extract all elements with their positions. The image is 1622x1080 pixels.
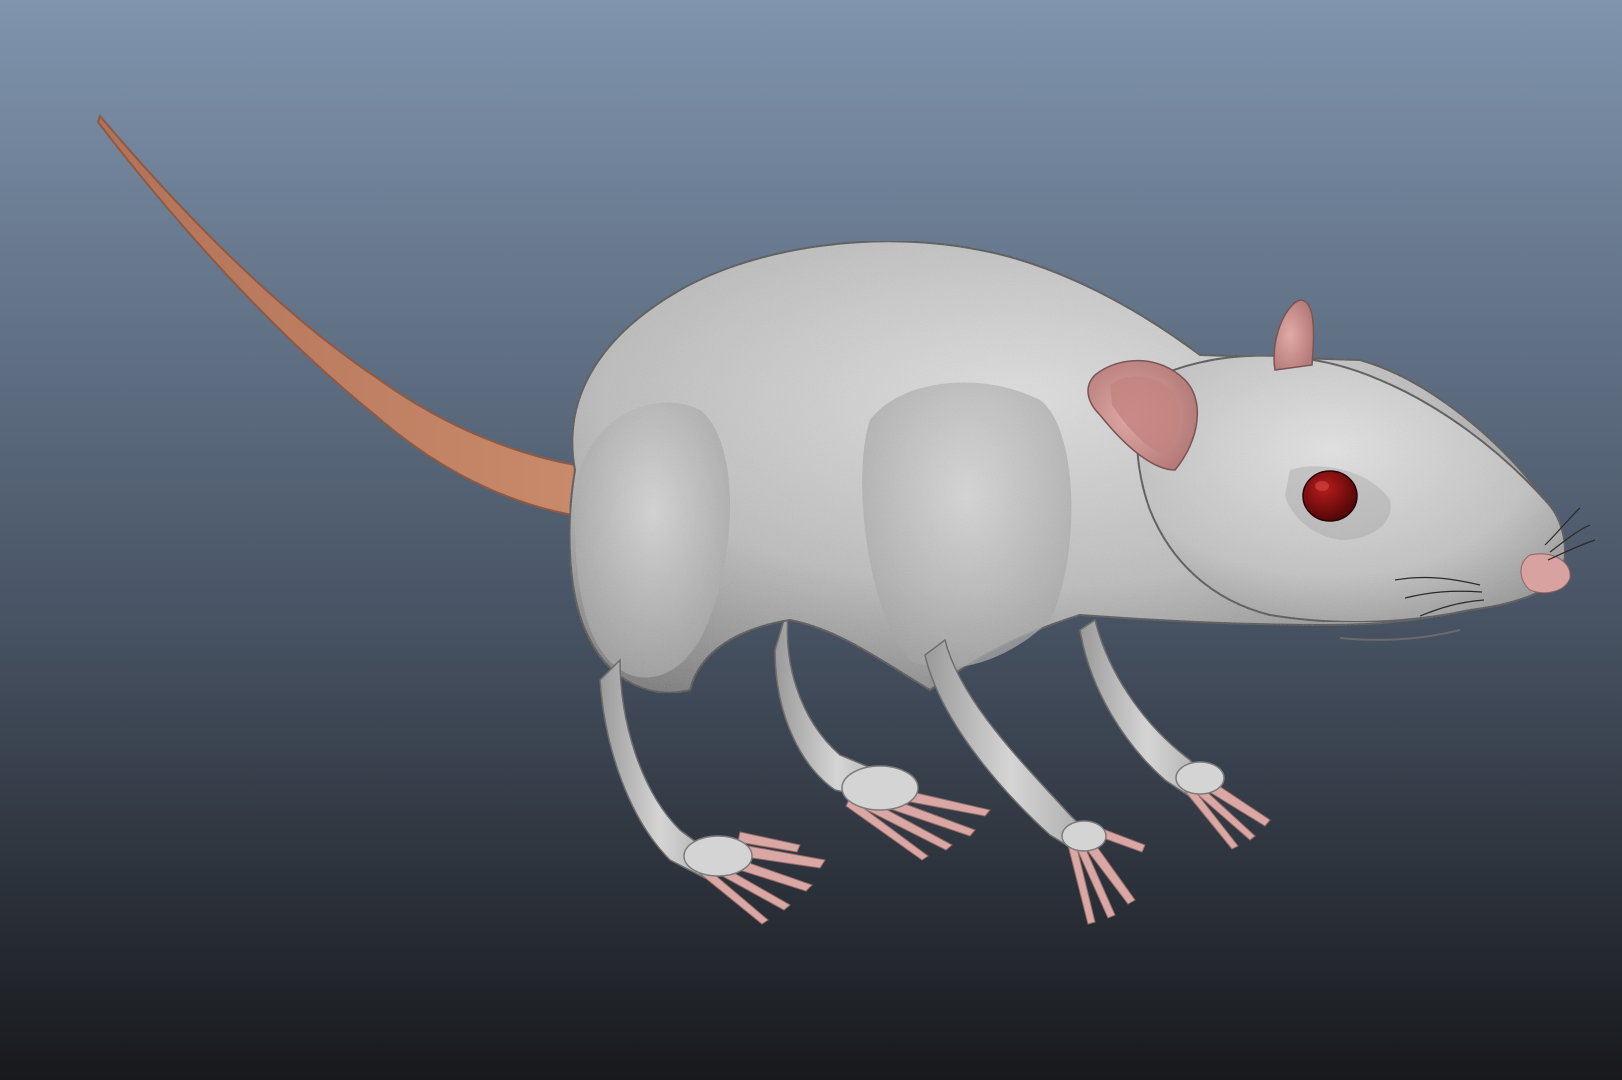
front-left-paw (1061, 820, 1107, 852)
scene-canvas[interactable] (0, 0, 1622, 1080)
rat-shoulder (862, 382, 1072, 668)
eye-highlight (1315, 481, 1329, 491)
hind-left-paw (683, 835, 753, 877)
front-right-paw (1175, 761, 1225, 795)
hind-right-paw (841, 765, 919, 811)
3d-viewport[interactable] (0, 0, 1622, 1080)
rat-eye[interactable] (1302, 470, 1358, 522)
